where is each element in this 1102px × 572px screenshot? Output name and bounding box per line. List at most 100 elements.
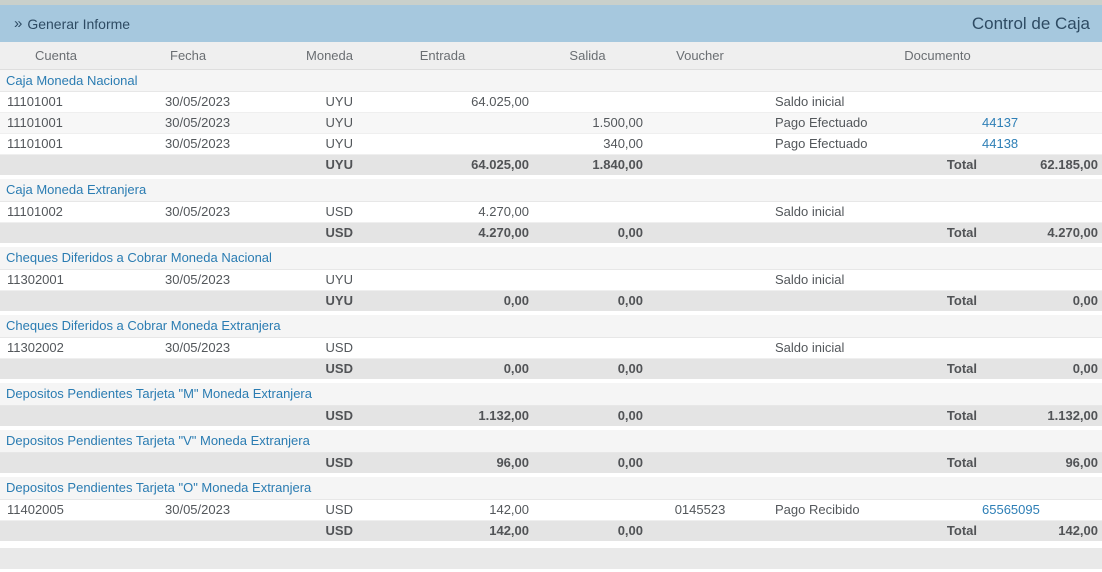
column-header-spacer <box>755 42 895 69</box>
section-6: Depositos Pendientes Tarjeta "O" Moneda … <box>0 473 1102 541</box>
cell-cuenta: 11101001 <box>0 91 160 112</box>
page-title: Control de Caja <box>972 14 1090 34</box>
cell-documento: 62.185,00 <box>980 154 1102 175</box>
cell-entrada: 142,00 <box>355 520 530 541</box>
cell-descripcion <box>755 520 895 541</box>
cell-fecha: 30/05/2023 <box>160 269 295 290</box>
column-header-spacer2 <box>980 42 1102 69</box>
cell-fecha: 30/05/2023 <box>160 201 295 222</box>
cell-cuenta: 11101001 <box>0 112 160 133</box>
cell-documento <box>980 91 1102 112</box>
cell-salida: 0,00 <box>530 222 645 243</box>
cell-fecha <box>160 452 295 473</box>
cell-total-label: Total <box>895 358 980 379</box>
cell-voucher <box>645 201 755 222</box>
cell-cuenta: 11302001 <box>0 269 160 290</box>
cell-salida: 0,00 <box>530 520 645 541</box>
cell-salida: 0,00 <box>530 452 645 473</box>
cell-voucher <box>645 452 755 473</box>
generate-report-button[interactable]: » Generar Informe <box>14 16 130 32</box>
cell-moneda: UYU <box>295 91 355 112</box>
cell-entrada <box>355 112 530 133</box>
section-1: Caja Moneda Extranjera1110100230/05/2023… <box>0 175 1102 243</box>
cell-voucher <box>645 112 755 133</box>
cell-salida <box>530 91 645 112</box>
cell-total-label: Total <box>895 154 980 175</box>
cell-cuenta <box>0 290 160 311</box>
table-row: 1110100130/05/2023UYU340,00Pago Efectuad… <box>0 133 1102 154</box>
cell-salida: 0,00 <box>530 290 645 311</box>
cell-descripcion: Pago Recibido <box>755 499 895 520</box>
section-header-row: Caja Moneda Nacional <box>0 69 1102 91</box>
total-row: UYU64.025,001.840,00Total62.185,00 <box>0 154 1102 175</box>
cell-descripcion <box>755 290 895 311</box>
cell-fecha <box>160 405 295 426</box>
cell-fecha: 30/05/2023 <box>160 112 295 133</box>
cell-total-label <box>895 91 980 112</box>
section-3: Cheques Diferidos a Cobrar Moneda Extran… <box>0 311 1102 379</box>
cell-voucher <box>645 290 755 311</box>
cell-total-label <box>895 269 980 290</box>
cell-cuenta <box>0 452 160 473</box>
cell-fecha: 30/05/2023 <box>160 337 295 358</box>
column-header-voucher: Voucher <box>645 42 755 69</box>
table-row: 1110100130/05/2023UYU1.500,00Pago Efectu… <box>0 112 1102 133</box>
column-header-salida: Salida <box>530 42 645 69</box>
cell-salida: 340,00 <box>530 133 645 154</box>
cell-documento: 65565095 <box>980 499 1102 520</box>
cell-total-label: Total <box>895 520 980 541</box>
cell-entrada: 0,00 <box>355 358 530 379</box>
cell-total-label <box>895 201 980 222</box>
cell-voucher <box>645 405 755 426</box>
cell-moneda: UYU <box>295 269 355 290</box>
cell-entrada: 4.270,00 <box>355 201 530 222</box>
section-header-row: Depositos Pendientes Tarjeta "O" Moneda … <box>0 477 1102 499</box>
total-row: USD0,000,00Total0,00 <box>0 358 1102 379</box>
cell-documento: 1.132,00 <box>980 405 1102 426</box>
cell-total-label <box>895 499 980 520</box>
cell-voucher <box>645 222 755 243</box>
cell-salida: 0,00 <box>530 358 645 379</box>
footer-gap <box>0 541 1102 548</box>
cell-descripcion <box>755 154 895 175</box>
cell-descripcion: Saldo inicial <box>755 91 895 112</box>
cell-total-label: Total <box>895 405 980 426</box>
cell-entrada: 0,00 <box>355 290 530 311</box>
document-link[interactable]: 44138 <box>982 136 1018 151</box>
cell-voucher <box>645 133 755 154</box>
section-title: Depositos Pendientes Tarjeta "V" Moneda … <box>0 430 1102 452</box>
cell-entrada <box>355 269 530 290</box>
cell-cuenta: 11302002 <box>0 337 160 358</box>
total-row: USD142,000,00Total142,00 <box>0 520 1102 541</box>
cash-control-page: » Generar Informe Control de Caja Cuenta… <box>0 0 1102 572</box>
cell-voucher <box>645 91 755 112</box>
cell-moneda: USD <box>295 405 355 426</box>
cell-entrada <box>355 337 530 358</box>
cell-moneda: UYU <box>295 112 355 133</box>
cell-documento <box>980 269 1102 290</box>
double-chevron-icon: » <box>14 16 22 31</box>
cell-fecha: 30/05/2023 <box>160 91 295 112</box>
document-link[interactable]: 65565095 <box>982 502 1040 517</box>
cell-cuenta: 11101002 <box>0 201 160 222</box>
cell-documento: 4.270,00 <box>980 222 1102 243</box>
cell-fecha <box>160 520 295 541</box>
cell-salida: 1.840,00 <box>530 154 645 175</box>
section-header-row: Depositos Pendientes Tarjeta "V" Moneda … <box>0 430 1102 452</box>
cell-total-label: Total <box>895 290 980 311</box>
cell-moneda: USD <box>295 222 355 243</box>
document-link[interactable]: 44137 <box>982 115 1018 130</box>
app-header: » Generar Informe Control de Caja <box>0 5 1102 42</box>
cell-fecha <box>160 222 295 243</box>
cell-total-label: Total <box>895 222 980 243</box>
report-table: Cuenta Fecha Moneda Entrada Salida Vouch… <box>0 42 1102 541</box>
section-title: Cheques Diferidos a Cobrar Moneda Nacion… <box>0 247 1102 269</box>
section-header-row: Depositos Pendientes Tarjeta "M" Moneda … <box>0 383 1102 405</box>
cell-documento: 96,00 <box>980 452 1102 473</box>
cell-entrada <box>355 133 530 154</box>
cell-entrada: 1.132,00 <box>355 405 530 426</box>
column-header-entrada: Entrada <box>355 42 530 69</box>
cell-descripcion: Saldo inicial <box>755 269 895 290</box>
cell-documento: 0,00 <box>980 290 1102 311</box>
cell-descripcion <box>755 452 895 473</box>
